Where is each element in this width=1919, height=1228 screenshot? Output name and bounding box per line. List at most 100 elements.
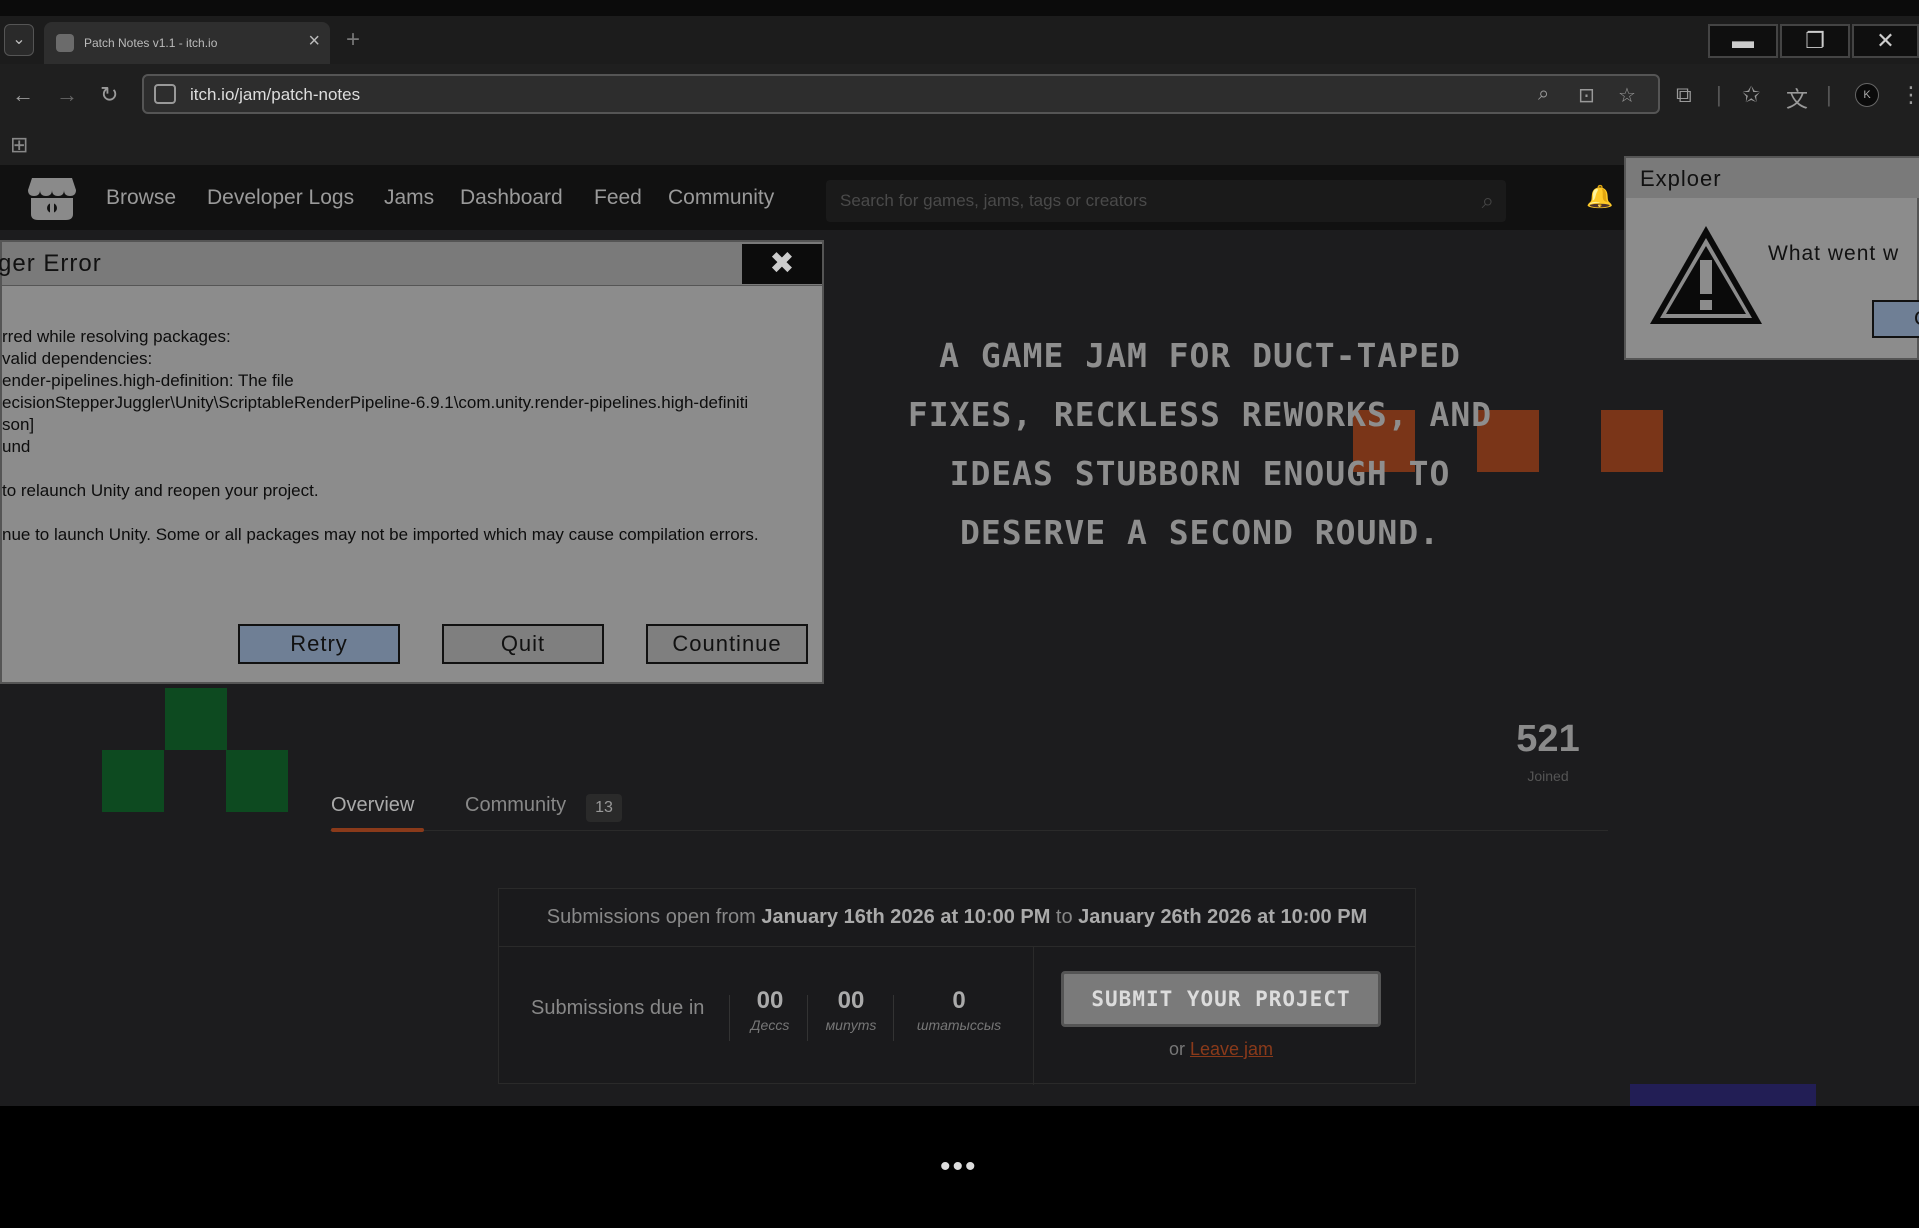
nav-dashboard[interactable]: Dashboard — [460, 186, 563, 210]
nav-jams[interactable]: Jams — [384, 186, 434, 210]
countdown-separator — [893, 995, 894, 1041]
back-icon[interactable]: ← — [12, 82, 34, 108]
dialog-title: ger Error — [0, 250, 102, 277]
submissions-vertical-divider — [1033, 947, 1034, 1085]
bottom-bar: ••• — [0, 1106, 1919, 1228]
decor-orange-square — [1601, 410, 1663, 472]
quit-button[interactable]: Quit — [442, 624, 604, 664]
warning-icon — [1650, 226, 1762, 324]
toolbar-separator-2: | — [1826, 82, 1832, 107]
tab-title: Patch Notes v1.1 - itch.io — [84, 36, 218, 50]
countdown-value: 0 — [952, 987, 966, 1014]
active-tab-indicator — [331, 828, 424, 832]
itch-logo-icon[interactable] — [26, 174, 78, 222]
toolbar-separator: | — [1716, 82, 1722, 107]
tabs-divider — [330, 830, 1608, 831]
joined-count: 521 — [1516, 718, 1580, 760]
submissions-due-label: Submissions due in — [531, 997, 705, 1019]
forward-icon[interactable]: → — [56, 82, 78, 108]
submissions-end-date: January 26th 2026 at 10:00 PM — [1078, 906, 1368, 928]
jam-tagline: A GAME JAM FOR DUCT-TAPED FIXES, RECKLES… — [900, 326, 1500, 562]
leave-jam-line: or Leave jam — [1061, 1039, 1381, 1060]
tab-close-icon[interactable]: × — [308, 30, 320, 53]
message-line: son] — [2, 415, 35, 434]
submissions-start-date: January 16th 2026 at 10:00 PM — [761, 906, 1051, 928]
countdown-value: 00 — [837, 987, 865, 1014]
countdown-separator — [729, 995, 730, 1041]
countdown-separator — [807, 995, 808, 1041]
tab-overview[interactable]: Overview — [331, 794, 414, 817]
leave-jam-link[interactable]: Leave jam — [1190, 1039, 1273, 1059]
continue-button[interactable]: Countinue — [646, 624, 808, 664]
countdown-unit: Дecсs — [750, 1017, 790, 1033]
extensions-icon[interactable]: ⧉ — [1676, 82, 1692, 108]
retry-button[interactable]: Retry — [238, 624, 400, 664]
countdown-days: 00 Дecсs — [739, 987, 801, 1033]
message-line: ender-pipelines.high-definition: The fil… — [2, 371, 294, 390]
submit-project-button[interactable]: SUBMIT YOUR PROJECT — [1061, 971, 1381, 1027]
countdown-minutes: 00 мunyms — [815, 987, 887, 1033]
joined-label: Joined — [1527, 768, 1569, 784]
search-icon[interactable]: ⌕ — [1482, 188, 1494, 214]
new-tab-button[interactable]: + — [346, 26, 360, 54]
submissions-panel: Submissions open from January 16th 2026 … — [498, 888, 1416, 1085]
translate-icon[interactable]: 文 — [1786, 82, 1808, 114]
install-app-icon[interactable]: ⊡ — [1578, 83, 1595, 108]
nav-developer-logs[interactable]: Developer Logs — [207, 186, 354, 210]
explorer-ok-button[interactable]: C — [1872, 300, 1919, 338]
bookmark-star-icon[interactable]: ☆ — [1618, 83, 1636, 108]
countdown-unit: мunyms — [825, 1017, 877, 1033]
address-bar-row: ← → ↻ itch.io/jam/patch-notes ⌕ ⊡ ☆ ⧉ | … — [0, 64, 1919, 124]
dialog-message: rred while resolving packages: valid dep… — [2, 326, 822, 546]
submissions-window: Submissions open from January 16th 2026 … — [499, 889, 1415, 947]
apps-grid-icon[interactable]: ⊞ — [10, 132, 28, 158]
tagline-line: DESERVE A SECOND ROUND. — [960, 513, 1440, 552]
itch-favicon-icon — [56, 34, 74, 52]
message-line: rred while resolving packages: — [2, 327, 231, 346]
message-line: to relaunch Unity and reopen your projec… — [2, 481, 319, 500]
purple-bar — [1630, 1084, 1816, 1106]
tab-community[interactable]: Community — [465, 794, 566, 817]
message-line: nue to launch Unity. Some or all package… — [2, 525, 759, 544]
countdown-value: 00 — [756, 987, 784, 1014]
tagline-line: FIXES, RECKLESS REWORKS, AND — [907, 395, 1493, 434]
tagline-line: IDEAS STUBBORN ENOUGH TO — [949, 454, 1451, 493]
omnibox[interactable]: itch.io/jam/patch-notes ⌕ ⊡ ☆ — [142, 74, 1660, 114]
browser-tab[interactable]: Patch Notes v1.1 - itch.io × — [44, 22, 330, 64]
favorites-icon[interactable]: ✩ — [1742, 82, 1760, 108]
top-strip — [0, 0, 1919, 16]
restore-button[interactable]: ❐ — [1780, 24, 1850, 58]
reload-icon[interactable]: ↻ — [100, 82, 118, 108]
jam-logo-pixel — [226, 750, 288, 812]
nav-browse[interactable]: Browse — [106, 186, 176, 210]
search-placeholder: Search for games, jams, tags or creators — [840, 191, 1148, 210]
notifications-bell-icon[interactable]: 🔔 — [1586, 184, 1613, 210]
zoom-icon[interactable]: ⌕ — [1538, 83, 1549, 106]
jam-logo-pixel — [102, 750, 164, 812]
community-count-badge: 13 — [586, 794, 622, 822]
nav-feed[interactable]: Feed — [594, 186, 642, 210]
message-line — [2, 502, 822, 524]
message-line: valid dependencies: — [2, 349, 153, 368]
url-text: itch.io/jam/patch-notes — [190, 85, 361, 104]
countdown-unit: шmamысcыs — [916, 1017, 1002, 1033]
close-window-button[interactable]: ✕ — [1852, 24, 1919, 58]
explorer-dialog: Exploer What went w C — [1624, 156, 1919, 360]
or-text: or — [1168, 1039, 1190, 1059]
profile-avatar[interactable]: K — [1855, 83, 1879, 107]
countdown-seconds: 0 шmamысcыs — [899, 987, 1019, 1033]
menu-icon[interactable]: ⋮ — [1900, 82, 1919, 108]
jam-logo-pixel — [165, 688, 227, 750]
search-input[interactable]: Search for games, jams, tags or creators… — [826, 180, 1506, 222]
submissions-open-prefix: Submissions open from — [546, 906, 762, 928]
minimize-button[interactable]: ▬ — [1708, 24, 1778, 58]
tab-search-dropdown[interactable]: ⌄ — [4, 24, 34, 56]
tab-bar: ⌄ Patch Notes v1.1 - itch.io × + ▬ ❐ ✕ — [0, 16, 1919, 64]
submissions-to: to — [1050, 906, 1079, 928]
message-line: und — [2, 437, 31, 456]
package-manager-error-dialog: ger Error ✖ rred while resolving package… — [0, 240, 824, 684]
nav-community[interactable]: Community — [668, 186, 774, 210]
site-info-icon[interactable] — [154, 84, 176, 104]
more-dots-icon[interactable]: ••• — [940, 1150, 978, 1184]
dialog-close-button[interactable]: ✖ — [742, 244, 822, 284]
